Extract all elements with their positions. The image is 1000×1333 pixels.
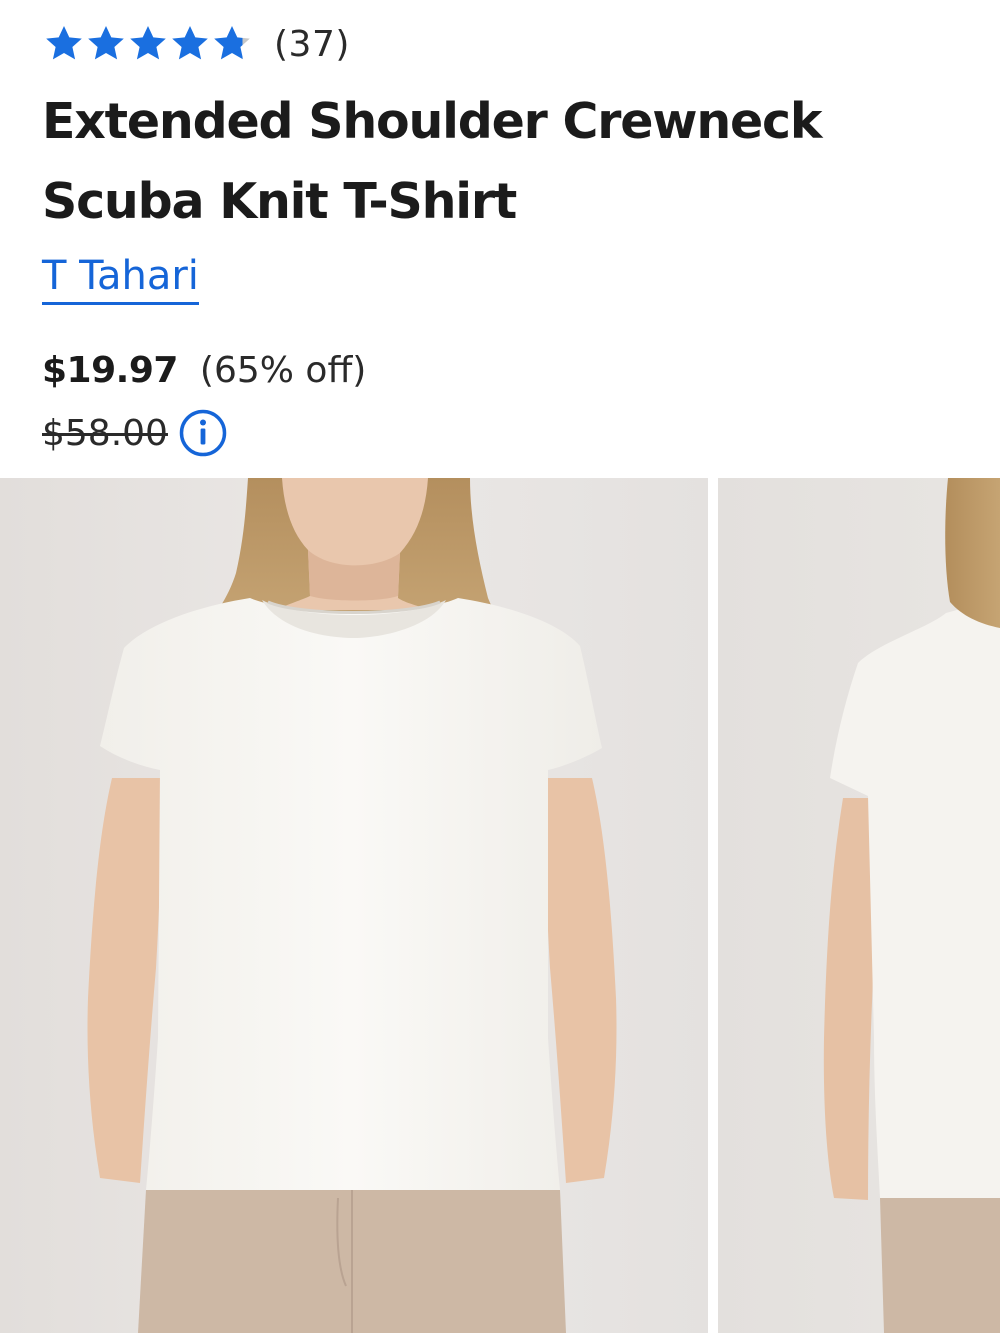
review-count[interactable]: (37) [274,24,350,65]
product-image-front[interactable] [0,478,708,1333]
original-price-row: $58.00 [42,408,228,458]
star-icon [214,26,250,60]
discount-label: (65% off) [199,350,367,391]
original-price: $58.00 [42,412,168,454]
product-title: Extended Shoulder Crewneck Scuba Knit T-… [42,93,822,230]
star-rating [44,24,252,64]
star-icon [88,26,124,60]
brand-link[interactable]: T Tahari [42,252,199,305]
price-row: $19.97 (65% off) [42,350,366,391]
product-image-back[interactable] [718,478,1000,1333]
rating-row[interactable]: (37) [44,22,350,66]
model-back-photo [718,478,1000,1333]
info-icon[interactable] [178,408,228,458]
star-icon [172,26,208,60]
sale-price: $19.97 [42,350,178,391]
star-icon [46,26,82,60]
star-icon [130,26,166,60]
model-front-photo [0,478,708,1333]
product-image-gallery[interactable] [0,478,1000,1333]
